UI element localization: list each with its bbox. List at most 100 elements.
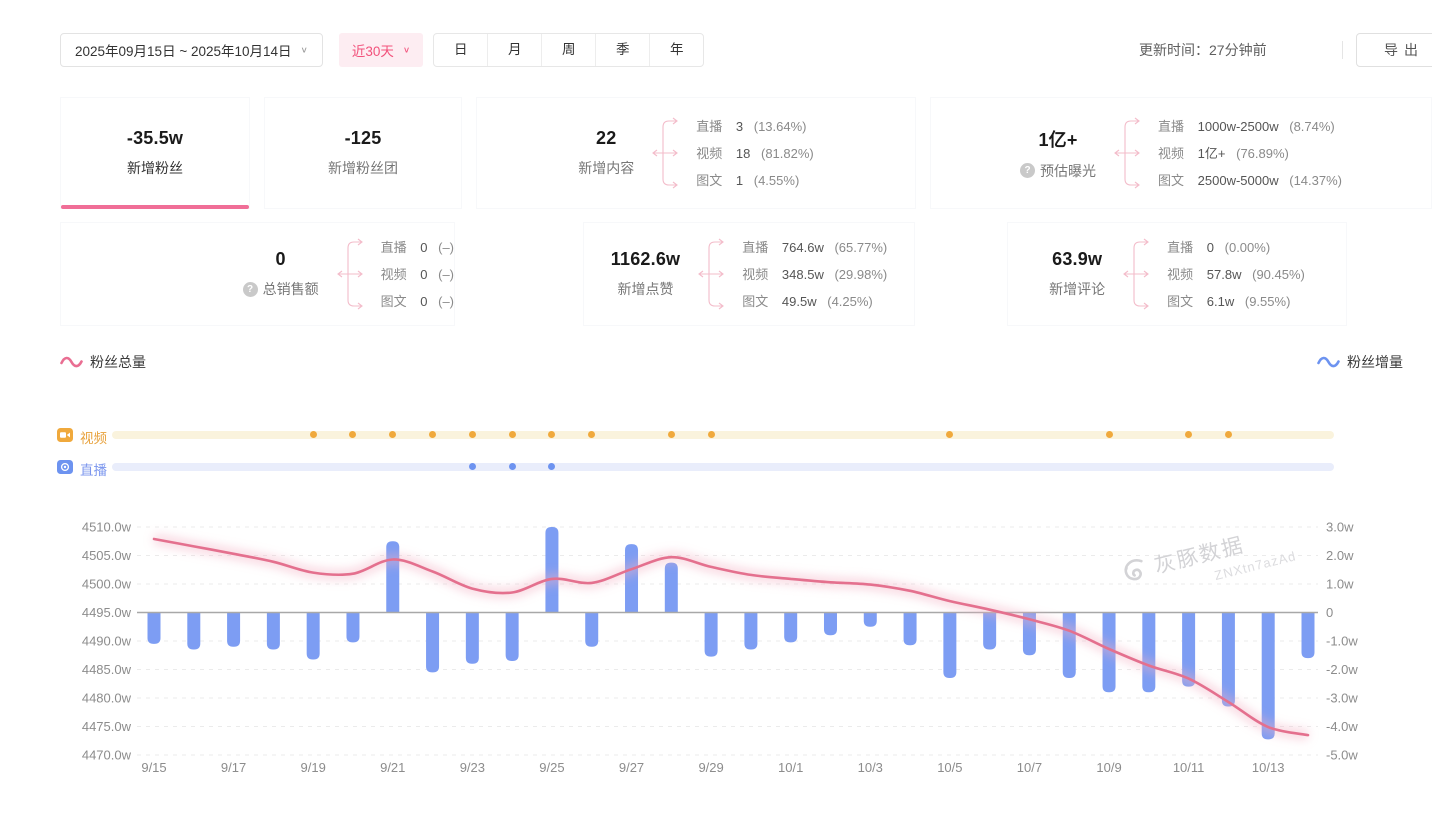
svg-text:9/19: 9/19: [301, 760, 326, 775]
stat-value-block: -125 新增粉丝团: [328, 128, 398, 178]
bar-9/29: [705, 613, 718, 657]
help-icon[interactable]: ?: [243, 282, 258, 297]
content-dot-10/12[interactable]: [1225, 431, 1232, 438]
bar-10/4: [904, 613, 917, 646]
date-range-picker[interactable]: 2025年09月15日 ~ 2025年10月14日 ∨: [60, 33, 323, 67]
svg-text:9/27: 9/27: [619, 760, 644, 775]
content-marker-rows: 视频 直播: [0, 424, 1432, 490]
stat-label: 新增粉丝团: [328, 158, 398, 178]
svg-text:9/21: 9/21: [380, 760, 405, 775]
stat-card-新增粉丝团[interactable]: -125 新增粉丝团: [264, 97, 462, 209]
breakdown-name: 图文: [381, 294, 407, 309]
bar-10/12: [1222, 613, 1235, 707]
legend-fans-delta-label: 粉丝增量: [1347, 352, 1403, 372]
chevron-down-icon: ∨: [403, 45, 410, 54]
content-dot-9/24[interactable]: [509, 463, 516, 470]
legend-fans-total[interactable]: 粉丝总量: [60, 352, 146, 372]
tab-日[interactable]: 日: [434, 34, 487, 66]
breakdown-row: 直播 0 (–): [381, 234, 454, 261]
breakdown-value: 6.1w: [1207, 294, 1234, 309]
svg-text:-3.0w: -3.0w: [1326, 691, 1358, 706]
breakdown-pct: (76.89%): [1236, 146, 1289, 161]
breakdown-name: 直播: [742, 240, 768, 255]
stat-value-block: 1亿+ ?预估曝光: [1020, 126, 1096, 181]
legend-fans-delta[interactable]: 粉丝增量: [1317, 352, 1403, 372]
svg-text:1.0w: 1.0w: [1326, 577, 1354, 592]
breakdown-pct: (4.25%): [827, 294, 873, 309]
stat-value-block: 1162.6w 新增点赞: [611, 249, 680, 299]
breakdown-pct: (90.45%): [1252, 267, 1305, 282]
live-camera-icon: [57, 459, 73, 480]
tab-季[interactable]: 季: [595, 34, 649, 66]
breakdown-name: 图文: [1167, 294, 1193, 309]
fans-delta-bars: [148, 527, 1315, 739]
content-dot-10/9[interactable]: [1106, 431, 1113, 438]
content-dot-9/28[interactable]: [668, 431, 675, 438]
breakdown-value: 0: [420, 294, 427, 309]
stat-card-总销售额[interactable]: 0 ?总销售额 直播 0 (–) 视频 0 (–) 图文 0 (–): [60, 222, 455, 326]
content-dot-9/23[interactable]: [469, 463, 476, 470]
tab-周[interactable]: 周: [541, 34, 595, 66]
svg-text:9/25: 9/25: [539, 760, 564, 775]
breakdown-name: 直播: [1158, 119, 1184, 134]
breakdown-value: 764.6w: [782, 240, 824, 255]
breakdown-value: 0: [1207, 240, 1214, 255]
stat-breakdown: 直播 764.6w (65.77%) 视频 348.5w (29.98%) 图文…: [742, 234, 887, 315]
stat-card-预估曝光[interactable]: 1亿+ ?预估曝光 直播 1000w-2500w (8.74%) 视频 1亿+ …: [930, 97, 1432, 209]
breakdown-row: 直播 764.6w (65.77%): [742, 234, 887, 261]
breakdown-value: 1000w-2500w: [1198, 119, 1279, 134]
content-dot-9/22[interactable]: [429, 431, 436, 438]
fans-analytics-dashboard: 2025年09月15日 ~ 2025年10月14日 ∨ 近30天 ∨ 日月周季年…: [0, 0, 1432, 832]
breakdown-pct: (0.00%): [1225, 240, 1271, 255]
tab-月[interactable]: 月: [487, 34, 541, 66]
quick-range-chip[interactable]: 近30天 ∨: [339, 33, 423, 67]
breakdown-name: 视频: [696, 146, 722, 161]
bar-10/5: [943, 613, 956, 679]
stat-value-block: 63.9w 新增评论: [1049, 249, 1105, 299]
x-axis-labels: 9/159/179/199/219/239/259/279/2910/110/3…: [141, 760, 1284, 775]
chart-legend-row: 粉丝总量 粉丝增量: [60, 352, 1403, 376]
breakdown-pct: (14.37%): [1289, 173, 1342, 188]
content-dot-9/19[interactable]: [310, 431, 317, 438]
content-dot-9/29[interactable]: [708, 431, 715, 438]
breakdown-pct: (8.74%): [1289, 119, 1335, 134]
bar-9/19: [307, 613, 320, 660]
help-icon[interactable]: ?: [1020, 163, 1035, 178]
breakdown-row: 图文 2500w-5000w (14.37%): [1158, 167, 1342, 194]
bar-9/27: [625, 544, 638, 612]
breakdown-value: 0: [420, 240, 427, 255]
bar-9/23: [466, 613, 479, 664]
stat-card-新增内容[interactable]: 22 新增内容 直播 3 (13.64%) 视频 18 (81.82%) 图文 …: [476, 97, 916, 209]
breakdown-pct: (65.77%): [834, 240, 887, 255]
breakdown-pct: (81.82%): [761, 146, 814, 161]
live-marker-row: 直播: [0, 458, 1432, 476]
breakdown-row: 图文 0 (–): [381, 288, 454, 315]
tab-年[interactable]: 年: [649, 34, 703, 66]
breakdown-name: 视频: [381, 267, 407, 282]
svg-text:4500.0w: 4500.0w: [82, 577, 132, 592]
svg-text:10/11: 10/11: [1173, 760, 1205, 775]
stat-card-新增粉丝[interactable]: -35.5w 新增粉丝: [60, 97, 250, 209]
svg-text:-5.0w: -5.0w: [1326, 748, 1358, 763]
wave-icon-blue: [1317, 355, 1340, 369]
stat-card-新增点赞[interactable]: 1162.6w 新增点赞 直播 764.6w (65.77%) 视频 348.5…: [583, 222, 915, 326]
bar-10/14: [1302, 613, 1315, 659]
toolbar-divider: [1342, 41, 1343, 59]
breakdown-row: 视频 18 (81.82%): [696, 140, 813, 167]
bar-9/21: [386, 541, 399, 612]
bar-9/28: [665, 563, 678, 613]
breakdown-row: 图文 6.1w (9.55%): [1167, 288, 1305, 315]
stat-card-新增评论[interactable]: 63.9w 新增评论 直播 0 (0.00%) 视频 57.8w (90.45%…: [1007, 222, 1347, 326]
svg-text:10/9: 10/9: [1096, 760, 1121, 775]
svg-text:10/3: 10/3: [858, 760, 883, 775]
bar-9/17: [227, 613, 240, 647]
breakdown-row: 图文 1 (4.55%): [696, 167, 813, 194]
fans-trend-chart[interactable]: 4510.0w4505.0w4500.0w4495.0w4490.0w4485.…: [0, 498, 1432, 818]
stat-value: 22: [578, 128, 634, 149]
export-button[interactable]: 导出: [1356, 33, 1432, 67]
breakdown-row: 图文 49.5w (4.25%): [742, 288, 887, 315]
breakdown-pct: (13.64%): [754, 119, 807, 134]
content-dot-9/23[interactable]: [469, 431, 476, 438]
svg-text:4490.0w: 4490.0w: [82, 634, 132, 649]
content-dot-9/24[interactable]: [509, 431, 516, 438]
